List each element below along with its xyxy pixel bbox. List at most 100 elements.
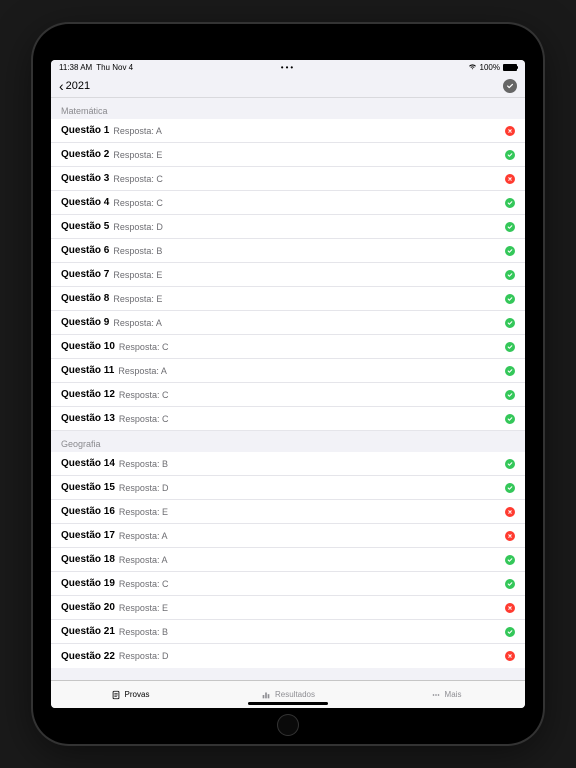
answer-text: Resposta: A	[113, 126, 162, 136]
done-button[interactable]	[503, 79, 517, 93]
question-label: Questão 6	[61, 245, 109, 256]
answer-text: Resposta: D	[113, 222, 163, 232]
more-icon	[431, 690, 441, 700]
question-row[interactable]: Questão 13 Resposta: C	[51, 407, 525, 431]
question-row[interactable]: Questão 12 Resposta: C	[51, 383, 525, 407]
correct-icon	[505, 390, 515, 400]
correct-icon	[505, 318, 515, 328]
status-bar: 11:38 AM Thu Nov 4 ••• 100%	[51, 60, 525, 74]
question-label: Questão 3	[61, 173, 109, 184]
question-label: Questão 5	[61, 221, 109, 232]
chevron-left-icon: ‹	[59, 79, 64, 93]
correct-icon	[505, 414, 515, 424]
battery-icon	[503, 64, 517, 71]
question-row[interactable]: Questão 2 Resposta: E	[51, 143, 525, 167]
wrong-icon	[505, 126, 515, 136]
tab-mais[interactable]: Mais	[367, 681, 525, 708]
question-row[interactable]: Questão 20Resposta: E	[51, 596, 525, 620]
question-row[interactable]: Questão 21 Resposta: B	[51, 620, 525, 644]
answer-text: Resposta: E	[113, 150, 162, 160]
answer-text: Resposta: C	[119, 414, 169, 424]
question-row[interactable]: Questão 22Resposta: D	[51, 644, 525, 668]
question-label: Questão 21	[61, 626, 115, 637]
question-row[interactable]: Questão 4 Resposta: C	[51, 191, 525, 215]
wrong-icon	[505, 651, 515, 661]
tab-provas[interactable]: Provas	[51, 681, 209, 708]
correct-icon	[505, 222, 515, 232]
question-row[interactable]: Questão 3Resposta: C	[51, 167, 525, 191]
question-label: Questão 12	[61, 389, 115, 400]
correct-icon	[505, 366, 515, 376]
question-row[interactable]: Questão 7 Resposta: E	[51, 263, 525, 287]
question-label: Questão 16	[61, 506, 115, 517]
question-label: Questão 4	[61, 197, 109, 208]
question-label: Questão 22	[61, 651, 115, 662]
question-label: Questão 2	[61, 149, 109, 160]
answer-text: Resposta: E	[119, 507, 168, 517]
tab-label: Provas	[125, 690, 150, 699]
correct-icon	[505, 270, 515, 280]
answer-text: Resposta: C	[119, 390, 169, 400]
status-date: Thu Nov 4	[96, 63, 133, 72]
answer-text: Resposta: A	[119, 555, 168, 565]
question-row[interactable]: Questão 16 Resposta: E	[51, 500, 525, 524]
question-label: Questão 7	[61, 269, 109, 280]
tab-bar: Provas Resultados Mais	[51, 680, 525, 708]
nav-bar: ‹ 2021	[51, 74, 525, 98]
question-row[interactable]: Questão 14 Resposta: B	[51, 452, 525, 476]
answer-text: Resposta: E	[119, 603, 168, 613]
question-label: Questão 10	[61, 341, 115, 352]
question-row[interactable]: Questão 19 Resposta: C	[51, 572, 525, 596]
question-row[interactable]: Questão 1 Resposta: A	[51, 119, 525, 143]
question-label: Questão 8	[61, 293, 109, 304]
correct-icon	[505, 294, 515, 304]
correct-icon	[505, 342, 515, 352]
answer-text: Resposta: B	[113, 246, 162, 256]
answer-text: Resposta: B	[119, 627, 168, 637]
answer-text: Resposta: C	[119, 579, 169, 589]
battery-pct: 100%	[480, 63, 500, 72]
back-label: 2021	[66, 80, 90, 92]
correct-icon	[505, 627, 515, 637]
wrong-icon	[505, 603, 515, 613]
correct-icon	[505, 459, 515, 469]
question-label: Questão 17	[61, 530, 115, 541]
question-row[interactable]: Questão 18 Resposta: A	[51, 548, 525, 572]
question-list[interactable]: Matemática Questão 1 Resposta: A Questão 2 R…	[51, 98, 525, 680]
question-label: Questão 9	[61, 317, 109, 328]
question-row[interactable]: Questão 11 Resposta: A	[51, 359, 525, 383]
question-label: Questão 1	[61, 125, 109, 136]
question-row[interactable]: Questão 15Resposta: D	[51, 476, 525, 500]
tab-label: Mais	[445, 690, 462, 699]
correct-icon	[505, 198, 515, 208]
back-button[interactable]: ‹ 2021	[59, 79, 90, 93]
question-label: Questão 11	[61, 365, 114, 376]
answer-text: Resposta: D	[119, 483, 169, 493]
answer-text: Resposta: E	[113, 294, 162, 304]
answer-text: Resposta: E	[113, 270, 162, 280]
home-indicator	[248, 702, 328, 705]
question-row[interactable]: Questão 5 Resposta: D	[51, 215, 525, 239]
question-label: Questão 13	[61, 413, 115, 424]
answer-text: Resposta: A	[118, 366, 167, 376]
answer-text: Resposta: B	[119, 459, 168, 469]
section-header: Matemática	[51, 98, 525, 119]
doc-icon	[111, 690, 121, 700]
question-label: Questão 18	[61, 554, 115, 565]
home-button[interactable]	[277, 714, 299, 736]
question-row[interactable]: Questão 17Resposta: A	[51, 524, 525, 548]
correct-icon	[505, 579, 515, 589]
question-label: Questão 19	[61, 578, 115, 589]
question-row[interactable]: Questão 9Resposta: A	[51, 311, 525, 335]
question-row[interactable]: Questão 8 Resposta: E	[51, 287, 525, 311]
question-label: Questão 14	[61, 458, 115, 469]
correct-icon	[505, 555, 515, 565]
question-row[interactable]: Questão 6 Resposta: B	[51, 239, 525, 263]
check-icon	[506, 82, 514, 90]
answer-text: Resposta: C	[113, 198, 163, 208]
chart-icon	[261, 690, 271, 700]
question-row[interactable]: Questão 10 Resposta: C	[51, 335, 525, 359]
tab-label: Resultados	[275, 690, 315, 699]
answer-text: Resposta: C	[119, 342, 169, 352]
wrong-icon	[505, 174, 515, 184]
